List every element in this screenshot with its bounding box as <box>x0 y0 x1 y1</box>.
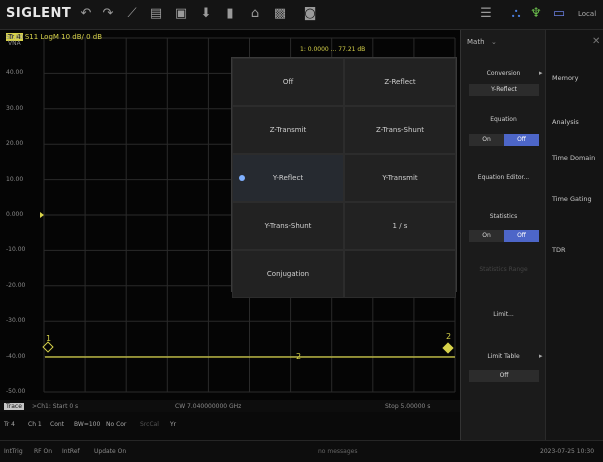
y-tick-label: -40.00 <box>6 352 26 360</box>
trace-icon[interactable]: ▤ <box>148 6 164 22</box>
conv-y-reflect-button[interactable]: Y-Reflect <box>232 154 344 202</box>
camera-icon[interactable]: ◙ <box>302 6 318 22</box>
status-trace[interactable]: Tr 4 <box>4 421 15 428</box>
conv-inverse-button[interactable]: 1 / s <box>344 202 456 250</box>
start-label[interactable]: >Ch1: Start 0 s <box>32 403 78 410</box>
status-messages: no messages <box>318 448 358 455</box>
y-tick-label: -50.00 <box>6 388 26 395</box>
math-panel: Math ⌄ Conversion ▸ Y-Reflect Equation O… <box>460 30 545 440</box>
status-datetime: 2023-07-25 10:30 <box>540 448 595 455</box>
conv-off-button[interactable]: Off <box>232 58 344 106</box>
delete-icon[interactable]: ▮ <box>222 6 238 22</box>
marker-2-center-label: 2 <box>296 352 302 361</box>
menu-tdr[interactable]: TDR <box>552 246 566 254</box>
save-icon[interactable]: ▩ <box>272 6 288 22</box>
usb-icon: ♆ <box>530 6 542 21</box>
status-channel[interactable]: Ch 1 <box>28 421 42 428</box>
status-rf[interactable]: RF On <box>34 448 52 455</box>
toolbar: SIGLENT ↶ ↷ ⟋ ▤ ▣ ⬇ ▮ ⌂ ▩ ◙ ☰ ⛬ ♆ ▭ Loca… <box>0 0 603 30</box>
status-srccal[interactable]: SrcCal <box>140 421 159 428</box>
conversion-popup: Off Z-Reflect Z-Transmit Z-Trans-Shunt Y… <box>231 57 457 298</box>
conv-conjugation-button[interactable]: Conjugation <box>232 250 344 298</box>
y-tick-label: -20.00 <box>6 281 26 289</box>
sweep-status-bar: Trace >Ch1: Start 0 s CW 7.040000000 GHz… <box>0 400 460 412</box>
channel-icon[interactable]: ▣ <box>173 6 189 22</box>
limit-button[interactable]: Limit... <box>461 311 546 318</box>
conv-z-transmit-button[interactable]: Z-Transmit <box>232 106 344 154</box>
system-status-bar: IntTrig RF On IntRef Update On no messag… <box>0 440 603 462</box>
selected-radio-icon <box>239 175 245 181</box>
menu-memory[interactable]: Memory <box>552 74 578 82</box>
statistics-range-button: Statistics Range <box>479 266 528 273</box>
conversion-value[interactable]: Y-Reflect <box>469 84 539 96</box>
conv-z-trans-shunt-button[interactable]: Z-Trans-Shunt <box>344 106 456 154</box>
menu-time-domain[interactable]: Time Domain <box>552 154 600 162</box>
autoscale-icon[interactable]: ⟋ <box>124 6 140 22</box>
expand-icon: ▸ <box>539 352 543 360</box>
stop-label[interactable]: Stop 5.00000 s <box>385 403 430 410</box>
limit-table-label: Limit Table <box>487 353 520 360</box>
network-icon: ⛬ <box>511 6 521 21</box>
y-tick-label: 50.00 <box>6 34 24 41</box>
equation-off[interactable]: Off <box>504 134 539 146</box>
statistics-label: Statistics <box>489 213 518 220</box>
start-marker <box>40 212 44 218</box>
center-label[interactable]: CW 7.040000000 GHz <box>175 403 241 410</box>
equation-editor-button[interactable]: Equation Editor... <box>461 174 546 181</box>
right-menu: ✕ Memory Analysis Time Domain Time Gatin… <box>545 30 603 440</box>
menu-icon[interactable]: ☰ <box>478 6 494 22</box>
y-tick-label: 20.00 <box>6 140 24 148</box>
menu-analysis[interactable]: Analysis <box>552 118 579 126</box>
status-update[interactable]: Update On <box>94 448 126 455</box>
status-ref[interactable]: IntRef <box>62 448 80 455</box>
statistics-toggle[interactable]: On Off <box>469 230 539 242</box>
local-label[interactable]: Local <box>578 10 596 18</box>
y-tick-label: 10.00 <box>6 175 24 183</box>
vna-label: VNA <box>8 40 21 47</box>
conv-y-transmit-button[interactable]: Y-Transmit <box>344 154 456 202</box>
menu-time-gating[interactable]: Time Gating <box>552 195 600 203</box>
equation-label: Equation <box>490 116 517 123</box>
marker-icon[interactable]: ⬇ <box>198 6 214 22</box>
y-tick-label: 0.000 <box>6 211 24 218</box>
y-tick-label: -10.00 <box>6 246 26 254</box>
status-cont[interactable]: Cont <box>50 421 64 428</box>
equation-toggle[interactable]: On Off <box>469 134 539 146</box>
conv-z-reflect-button[interactable]: Z-Reflect <box>344 58 456 106</box>
math-title: Math <box>467 38 485 46</box>
marker-2-label: 2 <box>446 332 452 341</box>
conversion-label: Conversion <box>486 70 521 77</box>
trace-button[interactable]: Trace <box>4 403 24 410</box>
statistics-on[interactable]: On <box>469 230 504 242</box>
home-icon[interactable]: ⌂ <box>247 6 263 22</box>
marker-readout: 1: 0.0000 ... 77.21 dB <box>300 46 366 53</box>
y-tick-label: 30.00 <box>6 104 24 112</box>
conv-y-trans-shunt-button[interactable]: Y-Trans-Shunt <box>232 202 344 250</box>
expand-icon: ▸ <box>539 69 543 77</box>
conv-empty-slot <box>344 250 456 298</box>
siglent-logo: SIGLENT <box>6 6 72 21</box>
statistics-off[interactable]: Off <box>504 230 539 242</box>
status-cor[interactable]: No Cor <box>106 421 126 428</box>
y-tick-label: 40.00 <box>6 69 24 77</box>
battery-icon: ▭ <box>552 6 566 21</box>
chevron-down-icon: ⌄ <box>491 38 497 46</box>
status-yr[interactable]: Yr <box>170 421 176 428</box>
status-trig[interactable]: IntTrig <box>4 448 23 455</box>
limit-table-value[interactable]: Off <box>469 370 539 382</box>
redo-icon[interactable]: ↷ <box>100 6 116 22</box>
status-bw[interactable]: BW=100 <box>74 421 100 428</box>
close-icon[interactable]: ✕ <box>592 36 600 47</box>
equation-on[interactable]: On <box>469 134 504 146</box>
undo-icon[interactable]: ↶ <box>78 6 94 22</box>
y-tick-label: -30.00 <box>6 317 26 325</box>
